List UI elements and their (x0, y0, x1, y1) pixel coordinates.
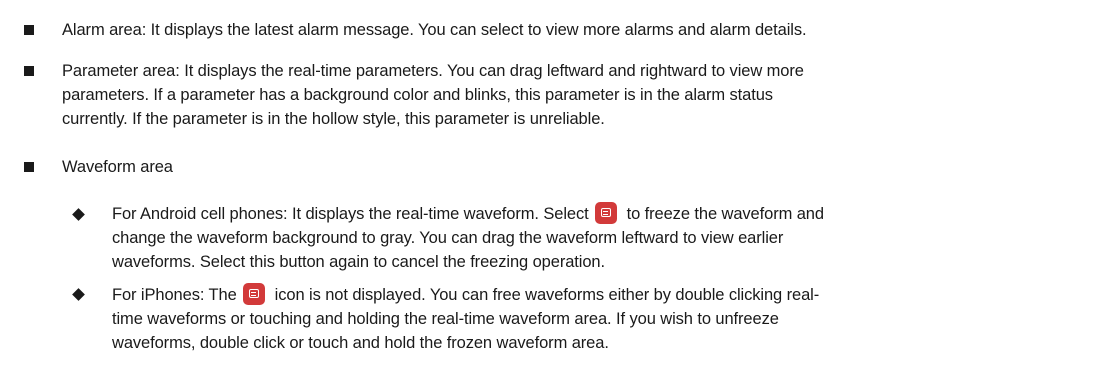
iphone-subparagraph: For iPhones: The icon is not displayed. Y… (112, 283, 819, 355)
paragraph-line: Parameter area: It displays the real-tim… (62, 62, 804, 80)
paragraph-line: change the waveform background to gray. … (112, 229, 784, 247)
paragraph-line: For iPhones: The icon is not displayed. Y… (112, 283, 819, 307)
paragraph-line: time waveforms or touching and holding t… (112, 310, 779, 328)
paragraph-line: For Android cell phones: It displays the… (112, 202, 824, 226)
freeze-waveform-icon (242, 283, 265, 305)
paragraph-line: Waveform area (62, 158, 173, 176)
paragraph-line: waveforms. Select this button again to c… (112, 253, 605, 271)
line-text: For iPhones: The (112, 286, 237, 304)
paragraph-line: currently. If the parameter is in the ho… (62, 110, 605, 128)
diamond-bullet-icon (72, 288, 85, 301)
square-bullet-icon (24, 66, 34, 76)
paragraph-line: parameters. If a parameter has a backgro… (62, 86, 773, 104)
line-text: icon is not displayed. You can free wave… (274, 286, 820, 304)
alarm-area-paragraph: Alarm area: It displays the latest alarm… (62, 18, 807, 42)
paragraph-line: waveforms, double click or touch and hol… (112, 334, 609, 352)
paragraph-line: Alarm area: It displays the latest alarm… (62, 21, 807, 39)
freeze-waveform-icon (594, 202, 617, 224)
document-page: Alarm area: It displays the latest alarm… (0, 0, 1107, 383)
diamond-bullet-icon (72, 208, 85, 221)
android-subparagraph: For Android cell phones: It displays the… (112, 202, 824, 274)
square-bullet-icon (24, 25, 34, 35)
line-text: For Android cell phones: It displays the… (112, 205, 589, 223)
square-bullet-icon (24, 162, 34, 172)
line-text: to freeze the waveform and (626, 205, 824, 223)
parameter-area-paragraph: Parameter area: It displays the real-tim… (62, 59, 804, 131)
waveform-area-heading: Waveform area (62, 155, 173, 179)
